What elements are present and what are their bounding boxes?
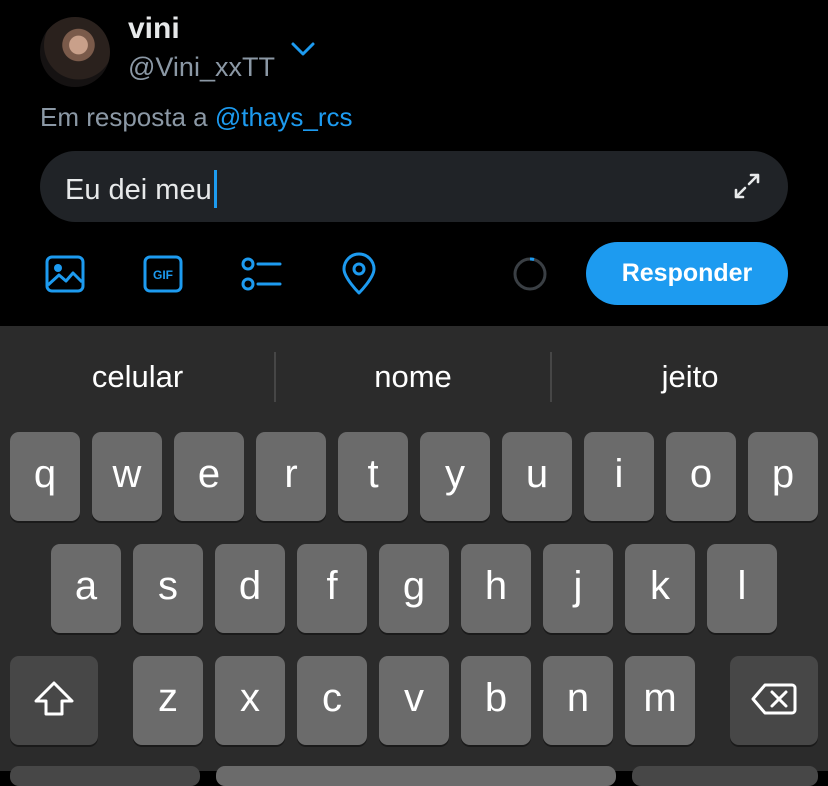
poll-icon[interactable] bbox=[238, 252, 282, 296]
return-key[interactable] bbox=[632, 766, 818, 786]
key-l[interactable]: l bbox=[707, 544, 777, 633]
key-x[interactable]: x bbox=[215, 656, 285, 745]
key-u[interactable]: u bbox=[502, 432, 572, 521]
image-icon[interactable] bbox=[43, 252, 87, 296]
reply-text-content[interactable]: Eu dei meu bbox=[65, 170, 217, 208]
key-p[interactable]: p bbox=[748, 432, 818, 521]
key-c[interactable]: c bbox=[297, 656, 367, 745]
key-g[interactable]: g bbox=[379, 544, 449, 633]
key-q[interactable]: q bbox=[10, 432, 80, 521]
key-i[interactable]: i bbox=[584, 432, 654, 521]
reply-context: Em resposta a @thays_rcs bbox=[40, 102, 353, 133]
expand-icon[interactable] bbox=[732, 171, 762, 201]
display-name: vini bbox=[128, 12, 180, 45]
shift-key[interactable] bbox=[10, 656, 98, 745]
key-z[interactable]: z bbox=[133, 656, 203, 745]
location-icon[interactable] bbox=[337, 252, 381, 296]
key-w[interactable]: w bbox=[92, 432, 162, 521]
reply-button[interactable]: Responder bbox=[586, 242, 788, 305]
keyboard: celular nome jeito q w e r t y u i o p a… bbox=[0, 326, 828, 786]
key-v[interactable]: v bbox=[379, 656, 449, 745]
svg-text:GIF: GIF bbox=[153, 268, 173, 282]
character-count-ring bbox=[513, 257, 547, 291]
chevron-down-icon[interactable] bbox=[288, 38, 318, 62]
reply-prefix: Em resposta a bbox=[40, 102, 208, 132]
suggestion-1[interactable]: celular bbox=[0, 326, 275, 428]
key-j[interactable]: j bbox=[543, 544, 613, 633]
key-o[interactable]: o bbox=[666, 432, 736, 521]
key-n[interactable]: n bbox=[543, 656, 613, 745]
key-r[interactable]: r bbox=[256, 432, 326, 521]
key-f[interactable]: f bbox=[297, 544, 367, 633]
reply-composer: vini @Vini_xxTT Em resposta a @thays_rcs… bbox=[0, 0, 828, 326]
key-b[interactable]: b bbox=[461, 656, 531, 745]
text-caret bbox=[213, 170, 217, 208]
key-e[interactable]: e bbox=[174, 432, 244, 521]
backspace-key[interactable] bbox=[730, 656, 818, 745]
numbers-key[interactable] bbox=[10, 766, 200, 786]
key-m[interactable]: m bbox=[625, 656, 695, 745]
reply-mention-link[interactable]: @thays_rcs bbox=[215, 102, 353, 132]
reply-text-field[interactable]: Eu dei meu bbox=[40, 151, 788, 222]
key-s[interactable]: s bbox=[133, 544, 203, 633]
gif-icon[interactable]: GIF bbox=[141, 252, 185, 296]
account-handle: @Vini_xxTT bbox=[128, 52, 275, 82]
key-d[interactable]: d bbox=[215, 544, 285, 633]
key-k[interactable]: k bbox=[625, 544, 695, 633]
suggestion-3[interactable]: jeito bbox=[552, 326, 828, 428]
key-h[interactable]: h bbox=[461, 544, 531, 633]
avatar[interactable] bbox=[40, 17, 110, 87]
space-key[interactable] bbox=[216, 766, 616, 786]
key-a[interactable]: a bbox=[51, 544, 121, 633]
shift-icon bbox=[34, 681, 74, 715]
suggestion-2[interactable]: nome bbox=[276, 326, 550, 428]
key-y[interactable]: y bbox=[420, 432, 490, 521]
key-t[interactable]: t bbox=[338, 432, 408, 521]
reply-text-value: Eu dei meu bbox=[65, 174, 212, 206]
backspace-icon bbox=[751, 683, 797, 714]
